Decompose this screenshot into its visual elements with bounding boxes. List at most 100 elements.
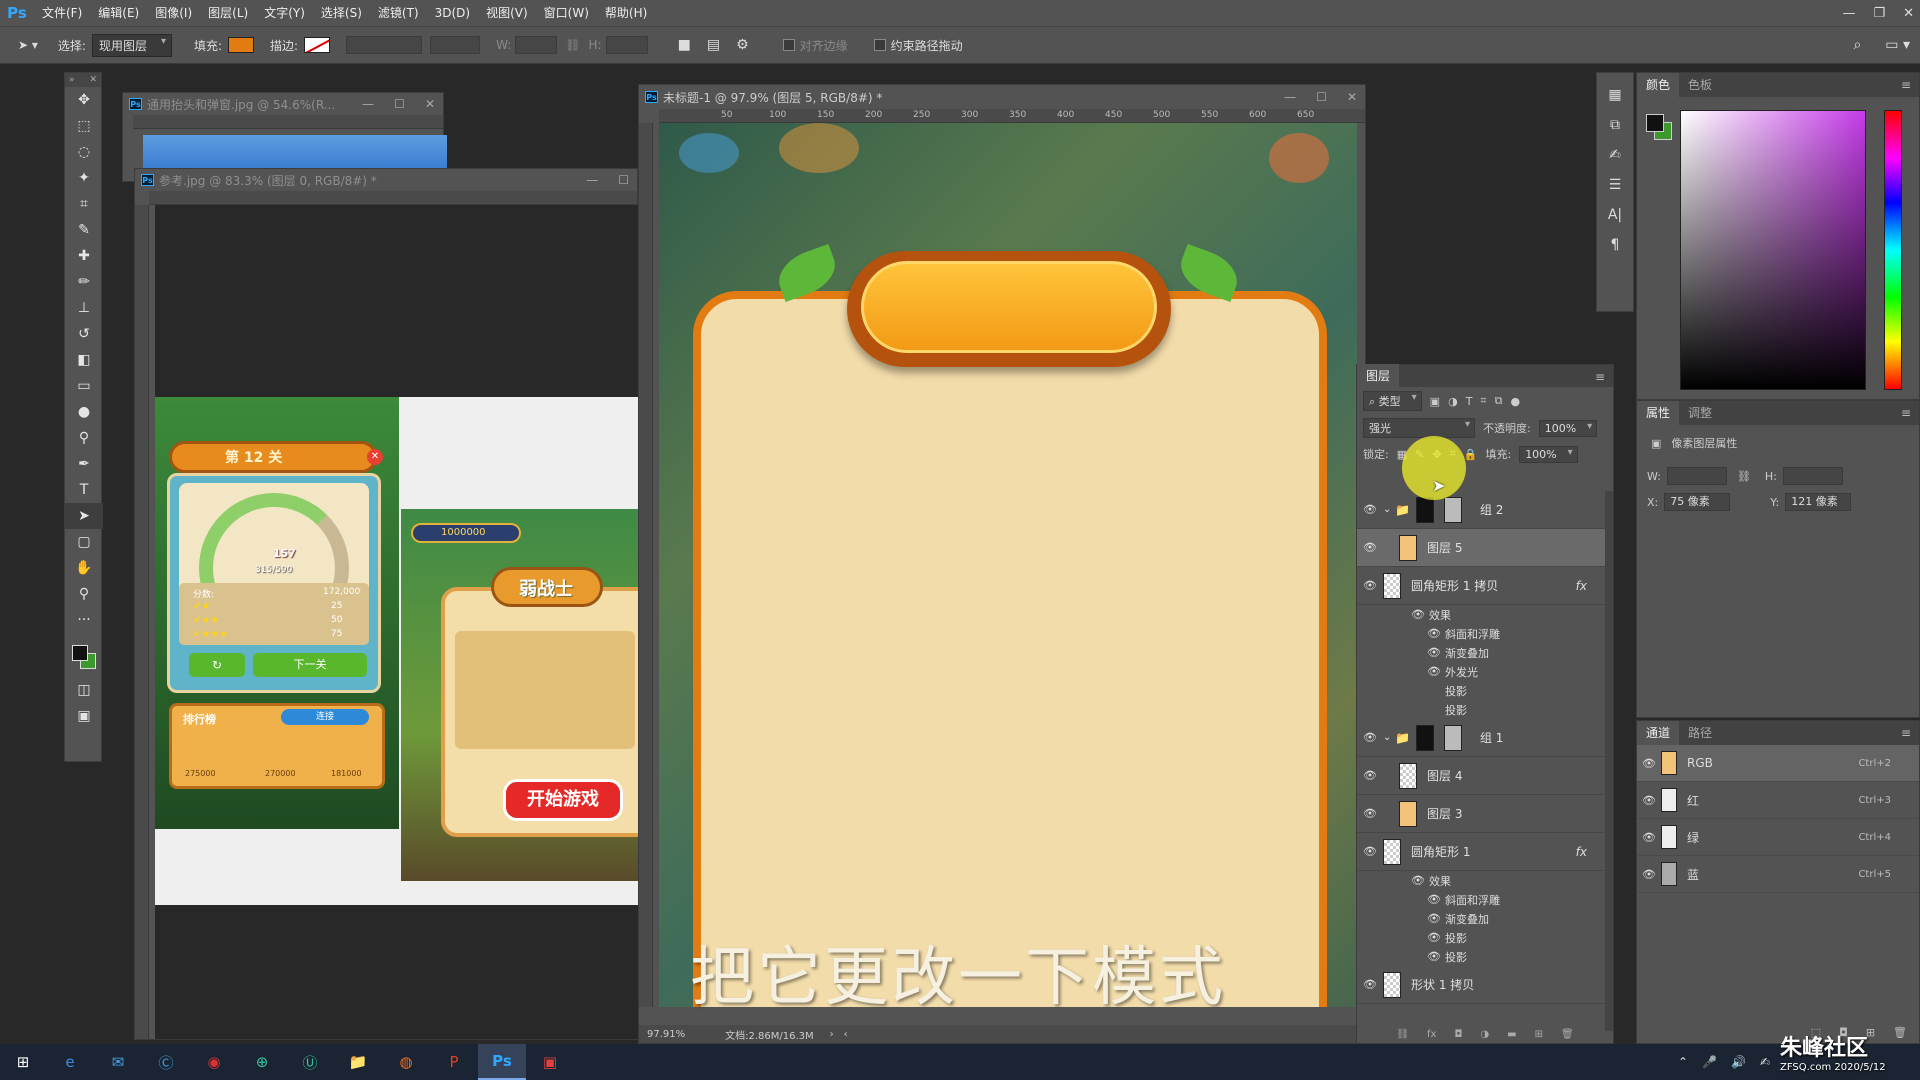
lasso-tool-icon[interactable]: ◌ xyxy=(65,139,103,165)
start-game-button[interactable]: 开始游戏 xyxy=(503,779,623,821)
hand-tool-icon[interactable]: ✋ xyxy=(65,555,103,581)
app-c-icon[interactable]: Ⓒ xyxy=(142,1044,190,1080)
trash-icon[interactable]: 🗑 xyxy=(1893,1026,1907,1039)
color-picker-field[interactable] xyxy=(1680,110,1866,390)
app-red-icon[interactable]: ◉ xyxy=(190,1044,238,1080)
connect-button[interactable]: 连接 xyxy=(281,709,369,725)
eye-icon[interactable]: 👁 xyxy=(1427,893,1441,906)
microphone-icon[interactable]: 🎤 xyxy=(1702,1055,1717,1069)
eye-icon[interactable]: 👁 xyxy=(1357,807,1383,820)
stamp-tool-icon[interactable]: ⊥ xyxy=(65,295,103,321)
zoom-tool-icon[interactable]: ⚲ xyxy=(65,581,103,607)
menu-filter[interactable]: 滤镜(T) xyxy=(370,0,427,26)
layer-row-group1[interactable]: 👁 ⌄ 📁 组 1 xyxy=(1357,719,1605,757)
menu-help[interactable]: 帮助(H) xyxy=(597,0,655,26)
chevron-down-icon[interactable]: ⌄ xyxy=(1383,504,1395,515)
collapse-icon[interactable]: » xyxy=(69,73,75,87)
effects-row[interactable]: 👁 效果 xyxy=(1357,605,1605,624)
constrain-path-checkbox[interactable] xyxy=(873,39,886,51)
brush-panel-icon[interactable]: ✍ xyxy=(1609,147,1621,163)
character-panel-icon[interactable]: A| xyxy=(1608,207,1622,223)
path-select-tool-icon[interactable]: ➤ xyxy=(65,503,103,529)
minimize-icon[interactable]: — xyxy=(362,93,374,115)
effect-row[interactable]: 👁 斜面和浮雕 xyxy=(1357,890,1605,909)
tab-swatches[interactable]: 色板 xyxy=(1679,73,1721,97)
filter-smart-icon[interactable]: ⧉ xyxy=(1495,394,1503,408)
workspace-icon[interactable]: ▭ ▾ xyxy=(1885,37,1910,53)
eye-icon[interactable]: 👁 xyxy=(1357,503,1383,516)
maximize-icon[interactable]: ☐ xyxy=(394,93,405,115)
blend-mode-dropdown[interactable]: 强光 xyxy=(1363,418,1475,438)
fill-field[interactable]: 100% xyxy=(1519,445,1578,463)
lock-all-icon[interactable]: 🔒 xyxy=(1464,448,1478,461)
stroke-color-swatch[interactable] xyxy=(304,37,331,53)
crop-tool-icon[interactable]: ⌗ xyxy=(65,191,103,217)
minimize-icon[interactable]: — xyxy=(586,169,598,191)
effect-row[interactable]: 投影 xyxy=(1357,700,1605,719)
layer-row-rect1[interactable]: 👁 圆角矩形 1 fx xyxy=(1357,833,1605,871)
eye-icon[interactable]: 👁 xyxy=(1637,757,1661,770)
path-alignment-icon[interactable]: ▤ xyxy=(707,37,720,53)
app-green-icon[interactable]: ⊕ xyxy=(238,1044,286,1080)
add-style-icon[interactable]: fx xyxy=(1427,1029,1436,1043)
file-explorer-icon[interactable]: 📁 xyxy=(334,1044,382,1080)
stroke-style-dropdown[interactable] xyxy=(430,36,481,54)
menu-image[interactable]: 图像(I) xyxy=(147,0,200,26)
fx-icon[interactable]: fx xyxy=(1576,579,1587,593)
minimize-icon[interactable]: — xyxy=(1842,6,1855,21)
layer-row-group2[interactable]: 👁 ⌄ 📁 组 2 xyxy=(1357,491,1605,529)
tab-layers[interactable]: 图层 xyxy=(1357,364,1400,388)
adjust-panel-icon[interactable]: ☰ xyxy=(1609,177,1622,193)
tab-adjustments[interactable]: 调整 xyxy=(1679,401,1721,425)
chevron-up-icon[interactable]: ⌃ xyxy=(1678,1055,1688,1069)
filter-adjust-icon[interactable]: ◑ xyxy=(1448,395,1458,408)
channel-row-rgb[interactable]: 👁 RGB Ctrl+2 xyxy=(1637,745,1919,782)
trash-icon[interactable]: 🗑 xyxy=(1561,1029,1574,1043)
rectangle-tool-icon[interactable]: ▢ xyxy=(65,529,103,555)
tab-channels[interactable]: 通道 xyxy=(1637,721,1680,745)
screen-mode-icon[interactable]: ▣ xyxy=(65,703,103,729)
hue-slider[interactable] xyxy=(1884,110,1902,390)
menu-layer[interactable]: 图层(L) xyxy=(200,0,256,26)
eye-icon[interactable]: 👁 xyxy=(1427,646,1441,659)
width-field[interactable] xyxy=(515,36,558,54)
clone-source-icon[interactable]: ⧉ xyxy=(1610,117,1620,133)
chevron-left-icon[interactable]: ‹ xyxy=(844,1029,848,1040)
maximize-icon[interactable]: ☐ xyxy=(618,169,629,191)
brush-tool-icon[interactable]: ✏ xyxy=(65,269,103,295)
select-dropdown[interactable]: 现用图层 xyxy=(91,33,172,57)
photoshop-taskbar-icon[interactable]: Ps xyxy=(478,1044,526,1080)
fill-color-swatch[interactable] xyxy=(228,37,255,53)
eye-icon[interactable]: 👁 xyxy=(1427,950,1441,963)
channel-row-green[interactable]: 👁 绿 Ctrl+4 xyxy=(1637,819,1919,856)
search-icon[interactable]: ⌕ xyxy=(1853,37,1861,53)
foreground-color[interactable] xyxy=(1646,114,1664,132)
path-arrangement-icon[interactable]: ⚙ xyxy=(736,37,749,53)
volume-icon[interactable]: 🔊 xyxy=(1731,1055,1746,1069)
menu-view[interactable]: 视图(V) xyxy=(478,0,536,26)
eye-icon[interactable]: 👁 xyxy=(1357,579,1383,592)
height-field[interactable] xyxy=(605,36,648,54)
firefox-icon[interactable]: ◍ xyxy=(382,1044,430,1080)
replay-icon[interactable]: ↻ xyxy=(189,653,245,677)
menu-window[interactable]: 窗口(W) xyxy=(536,0,597,26)
menu-edit[interactable]: 编辑(E) xyxy=(90,0,147,26)
powerpoint-icon[interactable]: P xyxy=(430,1044,478,1080)
path-select-tool-icon[interactable]: ➤ ▾ xyxy=(18,38,38,52)
y-field[interactable]: 121 像素 xyxy=(1785,493,1852,511)
menu-type[interactable]: 文字(Y) xyxy=(256,0,313,26)
menu-select[interactable]: 选择(S) xyxy=(313,0,370,26)
close-icon[interactable]: ✕ xyxy=(1903,6,1914,21)
eye-icon[interactable]: 👁 xyxy=(1411,608,1425,621)
type-tool-icon[interactable]: T xyxy=(65,477,103,503)
effect-row[interactable]: 👁 外发光 xyxy=(1357,662,1605,681)
new-group-icon[interactable]: ▬ xyxy=(1507,1029,1516,1043)
link-icon[interactable]: ⛓ xyxy=(565,38,580,52)
eye-icon[interactable]: 👁 xyxy=(1427,931,1441,944)
layers-scrollbar[interactable] xyxy=(1605,491,1613,1031)
panel-menu-icon[interactable]: ≡ xyxy=(1595,365,1605,389)
filter-pixel-icon[interactable]: ▣ xyxy=(1430,395,1440,408)
effect-row[interactable]: 投影 xyxy=(1357,681,1605,700)
path-operations-icon[interactable]: ■ xyxy=(678,37,691,53)
document-window-3[interactable]: Ps 未标题-1 @ 97.9% (图层 5, RGB/8#) * — ☐ ✕ … xyxy=(638,84,1367,1044)
